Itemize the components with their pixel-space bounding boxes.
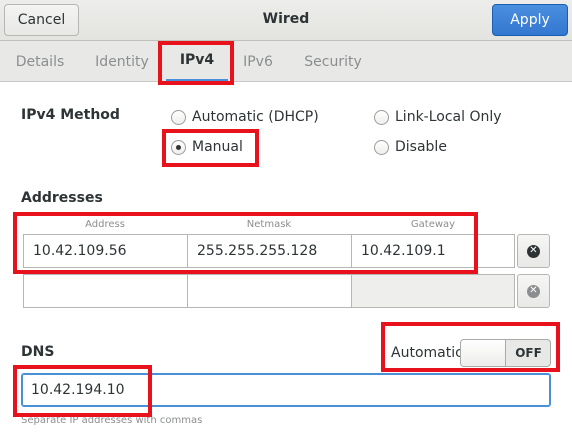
dns-automatic-switch[interactable]: OFF [460,339,551,367]
tab-details[interactable]: Details [8,41,72,82]
tab-identity[interactable]: Identity [86,41,158,82]
radio-label: Manual [192,139,243,155]
column-header-address: Address [85,219,125,230]
column-header-gateway: Gateway [410,219,456,230]
address-input[interactable]: 10.42.109.56 [23,234,188,268]
dns-input[interactable] [22,374,550,406]
netmask-input[interactable]: 255.255.255.128 [187,234,352,268]
netmask-input[interactable] [187,274,352,308]
remove-circle-icon: ✕ [527,284,540,298]
radio-disable[interactable]: Disable [374,137,447,157]
dns-field[interactable] [21,373,551,407]
ipv4-method-label: IPv4 Method [21,107,120,123]
apply-button[interactable]: Apply [492,4,568,36]
radio-manual[interactable]: Manual [171,137,243,157]
radio-link-local-only[interactable]: Link-Local Only [374,107,502,127]
gateway-input [351,274,515,308]
radio-indicator [374,139,389,155]
radio-automatic-dhcp[interactable]: Automatic (DHCP) [171,107,319,127]
delete-address-button[interactable]: ✕ [517,274,550,308]
switch-knob [461,340,506,366]
header-bar: Cancel Wired Apply [0,0,572,41]
remove-circle-icon: ✕ [527,244,540,258]
tab-ipv4[interactable]: IPv4 [166,41,228,82]
radio-label: Disable [395,139,447,155]
tab-ipv6[interactable]: IPv6 [236,41,280,82]
radio-indicator [171,139,186,155]
switch-state-label: OFF [515,346,542,360]
radio-label: Link-Local Only [395,109,502,125]
dns-automatic-label: Automatic [391,345,463,361]
radio-indicator [374,109,389,125]
column-header-netmask: Netmask [246,219,292,230]
window-title: Wired [262,11,310,27]
dns-hint: Separate IP addresses with commas [21,415,203,426]
radio-label: Automatic (DHCP) [192,109,319,125]
gateway-input[interactable]: 10.42.109.1 [351,234,515,268]
dns-label: DNS [21,344,55,360]
tab-bar: Details Identity IPv4 IPv6 Security [0,41,572,82]
radio-indicator [171,109,186,125]
tab-security[interactable]: Security [295,41,371,82]
delete-address-button[interactable]: ✕ [517,234,550,268]
address-input[interactable] [23,274,188,308]
addresses-label: Addresses [21,190,103,206]
